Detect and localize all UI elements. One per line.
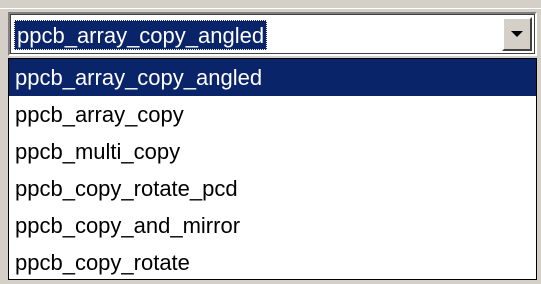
- combobox-dropdown-list[interactable]: ppcb_array_copy_angled ppcb_array_copy p…: [8, 58, 537, 280]
- list-item[interactable]: ppcb_array_copy: [9, 96, 536, 133]
- window-frame-bottom: [0, 280, 541, 284]
- list-item[interactable]: ppcb_array_copy_angled: [9, 59, 536, 96]
- list-item[interactable]: ppcb_copy_rotate_pcd: [9, 170, 536, 207]
- list-item[interactable]: ppcb_multi_copy: [9, 133, 536, 170]
- list-item[interactable]: ppcb_copy_rotate: [9, 244, 536, 281]
- chevron-down-icon: [511, 31, 523, 37]
- combobox-dropdown-button[interactable]: [502, 17, 532, 51]
- option-list: ppcb_array_copy_angled ppcb_array_copy p…: [9, 59, 536, 281]
- command-combobox[interactable]: ppcb_array_copy_angled: [8, 12, 537, 56]
- combobox-selected-value[interactable]: ppcb_array_copy_angled: [14, 20, 268, 50]
- list-item[interactable]: ppcb_copy_and_mirror: [9, 207, 536, 244]
- window-frame-top: [0, 0, 541, 9]
